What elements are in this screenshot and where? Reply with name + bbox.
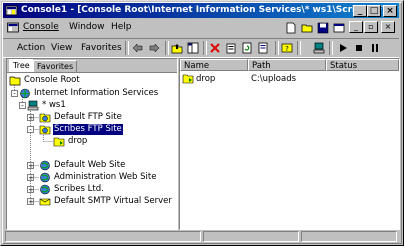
menu-view-label: View [51,43,73,53]
status-panel [301,231,397,242]
open-folder-icon[interactable] [301,22,313,34]
menu-window[interactable]: Window [69,22,105,32]
show-tree-icon[interactable] [187,42,199,54]
tree-node-label: drop [68,136,88,146]
mdi-restore-button[interactable]: ▫ [364,21,378,33]
tab-tree[interactable]: Tree [9,59,34,73]
properties-icon[interactable] [225,42,237,54]
web-site-icon [40,172,50,183]
tree-expander[interactable]: + [27,186,34,194]
save-icon[interactable] [317,22,329,34]
mdi-close-button[interactable]: × [381,21,395,33]
title-bar[interactable]: Console1 - [Console Root\Internet Inform… [3,3,399,18]
refresh-icon[interactable] [241,42,253,54]
toolbar-separator [329,41,333,55]
virtual-dir-icon [182,74,194,84]
virtual-dir-icon [53,137,65,147]
list-item[interactable]: drop C:\uploads [180,73,399,85]
help-icon[interactable]: ? [281,42,293,54]
tree-expander[interactable]: + [27,114,34,122]
tree-tabs: Tree Favorites [7,59,177,73]
pause-icon[interactable] [369,42,381,54]
menu-help[interactable]: Help [111,22,132,32]
column-header-label: Name [184,61,210,71]
tree-expander[interactable]: - [11,90,18,98]
folder-icon [9,76,21,86]
tree-node-label: Scribes Ltd. [54,184,104,194]
tree-expander[interactable]: - [27,126,34,134]
main-window: Console1 - [Console Root\Internet Inform… [0,0,404,246]
tab-tree-label: Tree [13,61,30,70]
minimize-button[interactable]: _ [353,5,367,17]
toolbar: Action View Favorites ? [3,38,399,58]
tree-node-label: Administration Web Site [54,172,157,182]
menu-action[interactable]: Action [17,43,45,53]
toolbar-separator [297,41,301,55]
status-panel [5,231,201,242]
tree-expander[interactable]: - [19,102,26,110]
column-header-label: Status [330,61,358,71]
tree-node-label: Scribes FTP Site [53,124,123,135]
column-header-path[interactable]: Path [248,59,326,71]
status-bar [3,231,399,243]
tab-favorites-label: Favorites [37,62,74,71]
tree-node-label: * ws1 [42,100,66,110]
menu-console[interactable]: Console [23,22,59,32]
tree-node-label: Default FTP Site [54,112,122,122]
new-icon[interactable] [285,22,297,34]
menu-help-label: Help [111,22,132,32]
export-icon[interactable] [257,42,269,54]
close-button[interactable]: × [383,5,397,17]
forward-arrow-icon[interactable] [149,42,161,54]
ftp-site-icon [39,125,51,135]
computer-icon[interactable] [313,42,325,54]
up-folder-icon[interactable] [171,42,183,54]
tree-expander[interactable]: + [27,174,34,182]
web-site-icon [40,160,50,171]
tree-node-label: Default SMTP Virtual Server [54,196,172,206]
back-arrow-icon[interactable] [131,42,143,54]
computer-icon [27,100,39,111]
menu-bar: Console Window Help _ ▫ × [3,20,399,36]
column-header-label: Path [252,61,271,71]
smtp-icon [39,198,51,206]
start-icon[interactable] [337,42,349,54]
status-panel [203,231,299,242]
toolbar-separator [203,41,207,55]
menu-favorites[interactable]: Favorites [81,43,122,53]
svg-text:?: ? [285,45,289,53]
ftp-site-icon [39,113,51,123]
mdi-minimize-button[interactable]: _ [349,21,363,33]
tree-expander[interactable]: + [27,198,34,206]
web-site-icon [40,184,50,195]
toolbar-separator [125,41,129,55]
mmc-app-icon[interactable] [5,4,18,17]
details-pane: Name Path Status drop C:\uploads [179,58,400,230]
maximize-button[interactable]: □ [367,5,381,17]
tree-node-label: Console Root [24,75,80,85]
iis-icon [20,88,30,99]
menu-view[interactable]: View [51,43,72,53]
menu-window-label: Window [69,22,105,32]
menu-console-label: Console [23,22,59,32]
stop-icon[interactable] [353,42,365,54]
tree-node-label: Default Web Site [54,160,126,170]
toolbar-separator [165,41,169,55]
tree-view: Console Root - Internet Information Serv… [7,72,177,230]
delete-icon[interactable] [209,42,221,54]
tree-node-label: Internet Information Services [34,88,159,98]
list-item-path: C:\uploads [251,74,297,84]
column-header-name[interactable]: Name [180,59,248,71]
list-item-name: drop [196,74,216,84]
window-title: Console1 - [Console Root\Internet Inform… [21,5,399,15]
menu-action-label: Action [17,43,46,53]
new-window-icon[interactable] [333,22,345,34]
column-header-status[interactable]: Status [326,59,399,71]
console-icon[interactable] [7,22,19,34]
menu-favorites-label: Favorites [81,43,122,53]
tree-pane: Tree Favorites Console Root - Internet I… [6,58,178,230]
toolbar-separator [275,41,279,55]
tree-expander[interactable]: + [27,162,34,170]
